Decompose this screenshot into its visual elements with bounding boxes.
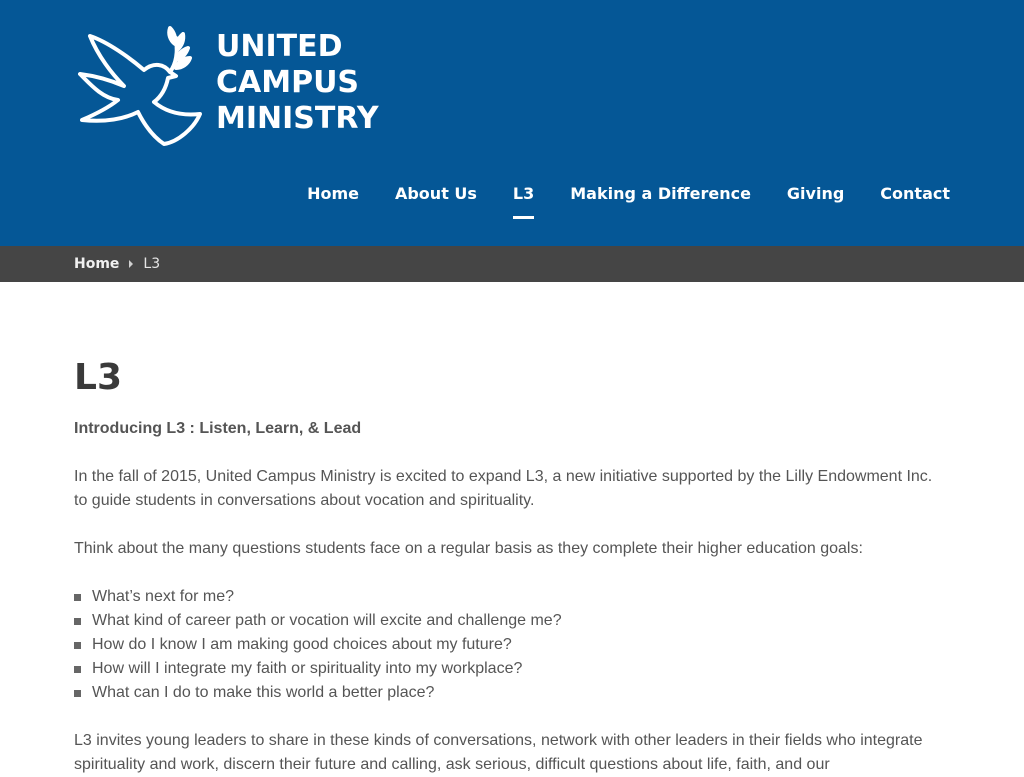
main-content: L3 Introducing L3 : Listen, Learn, & Lea… bbox=[0, 282, 1024, 777]
list-item: What’s next for me? bbox=[74, 585, 950, 609]
site-logo[interactable]: UNITED CAMPUS MINISTRY bbox=[78, 24, 379, 148]
list-item: What can I do to make this world a bette… bbox=[74, 681, 950, 705]
list-item: What kind of career path or vocation wil… bbox=[74, 609, 950, 633]
page-title: L3 bbox=[74, 357, 122, 398]
paragraph-1: In the fall of 2015, United Campus Minis… bbox=[74, 468, 933, 509]
logo-line-1: UNITED bbox=[216, 29, 343, 64]
nav-item-contact[interactable]: Contact bbox=[880, 184, 950, 204]
logo-wordmark: UNITED CAMPUS MINISTRY bbox=[216, 29, 379, 137]
dove-icon bbox=[78, 26, 202, 146]
breadcrumb-current: L3 bbox=[143, 256, 161, 272]
breadcrumb: Home L3 bbox=[0, 246, 1024, 282]
nav-item-about-us[interactable]: About Us bbox=[395, 184, 477, 204]
nav-item-home[interactable]: Home bbox=[307, 184, 359, 204]
nav-item-l3[interactable]: L3 bbox=[512, 184, 535, 219]
breadcrumb-home-link[interactable]: Home bbox=[74, 256, 119, 272]
logo-line-2: CAMPUS bbox=[216, 65, 360, 100]
list-item: How do I know I am making good choices a… bbox=[74, 633, 950, 657]
caret-right-icon bbox=[129, 260, 134, 268]
list-item: How will I integrate my faith or spiritu… bbox=[74, 657, 950, 681]
intro-heading: Introducing L3 : Listen, Learn, & Lead bbox=[74, 420, 362, 437]
nav-item-giving[interactable]: Giving bbox=[787, 184, 844, 204]
site-header: UNITED CAMPUS MINISTRY Home About Us L3 … bbox=[0, 0, 1024, 246]
paragraph-3: L3 invites young leaders to share in the… bbox=[74, 732, 923, 773]
logo-line-3: MINISTRY bbox=[216, 101, 379, 136]
paragraph-2: Think about the many questions students … bbox=[74, 540, 863, 557]
questions-list: What’s next for me? What kind of career … bbox=[74, 585, 950, 705]
nav-item-making-a-difference[interactable]: Making a Difference bbox=[570, 184, 751, 204]
main-nav: Home About Us L3 Making a Difference Giv… bbox=[271, 184, 950, 219]
